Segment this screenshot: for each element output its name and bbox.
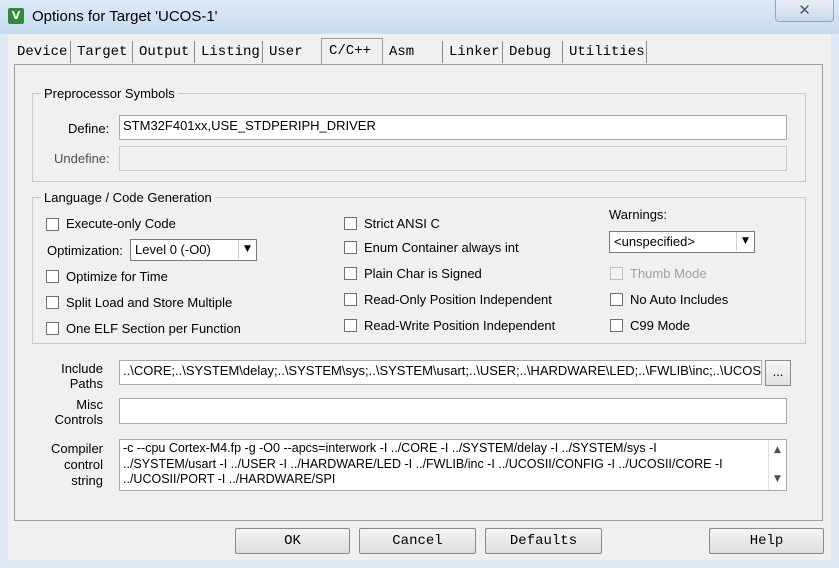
ro-position-label: Read-Only Position Independent: [364, 292, 552, 307]
one-elf-checkbox[interactable]: [46, 322, 59, 335]
compiler-label-line3: string: [71, 473, 103, 488]
chevron-down-icon: ▼: [736, 232, 754, 251]
tab-user[interactable]: User: [263, 41, 325, 63]
warnings-label: Warnings:: [609, 207, 668, 222]
enum-container-checkbox[interactable]: [344, 241, 357, 254]
scroll-up-icon[interactable]: ▲: [769, 443, 786, 459]
optimize-time-label: Optimize for Time: [66, 269, 168, 284]
keil-uvision-icon: V: [8, 8, 24, 24]
enum-container-label: Enum Container always int: [364, 240, 519, 255]
ok-button[interactable]: OK: [235, 528, 350, 554]
rw-position-checkbox[interactable]: [344, 319, 357, 332]
misc-controls-input[interactable]: [119, 398, 787, 424]
defaults-button[interactable]: Defaults: [485, 528, 602, 554]
language-legend: Language / Code Generation: [44, 190, 212, 205]
tab-output[interactable]: Output: [133, 41, 195, 63]
define-input[interactable]: STM32F401xx,USE_STDPERIPH_DRIVER: [119, 115, 787, 140]
include-browse-button[interactable]: ...: [765, 360, 791, 386]
c99-mode-checkbox[interactable]: [610, 319, 623, 332]
tab-linker[interactable]: Linker: [443, 41, 503, 63]
define-label: Define:: [68, 121, 110, 136]
cancel-button[interactable]: Cancel: [359, 528, 476, 554]
optimization-label: Optimization:: [47, 243, 123, 258]
compiler-control-text[interactable]: -c --cpu Cortex-M4.fp -g -O0 --apcs=inte…: [119, 439, 787, 491]
title-bar: V Options for Target 'UCOS-1' ✕: [0, 0, 839, 34]
rw-position-label: Read-Write Position Independent: [364, 318, 556, 333]
compiler-line-1: -c --cpu Cortex-M4.fp -g -O0 --apcs=inte…: [123, 441, 657, 455]
strict-ansi-checkbox[interactable]: [344, 217, 357, 230]
compiler-label-line1: Compiler: [50, 441, 103, 456]
tab-utilities[interactable]: Utilities: [563, 41, 647, 63]
warnings-value: <unspecified>: [614, 234, 695, 249]
tab-target[interactable]: Target: [71, 41, 133, 63]
misc-controls-label: Misc Controls: [40, 397, 103, 427]
tab-listing[interactable]: Listing: [195, 41, 263, 63]
tab-device[interactable]: Device: [11, 41, 71, 63]
strict-ansi-label: Strict ANSI C: [364, 216, 440, 231]
warnings-select[interactable]: <unspecified> ▼: [609, 231, 755, 253]
compiler-scrollbar[interactable]: ▲ ▼: [768, 440, 786, 490]
split-load-label: Split Load and Store Multiple: [66, 295, 233, 310]
no-auto-includes-label: No Auto Includes: [630, 292, 729, 307]
plain-char-checkbox[interactable]: [344, 267, 357, 280]
ro-position-checkbox[interactable]: [344, 293, 357, 306]
execute-only-checkbox[interactable]: [46, 218, 59, 231]
chevron-down-icon: ▼: [238, 240, 256, 259]
window-title: Options for Target 'UCOS-1': [32, 8, 218, 25]
scroll-down-icon[interactable]: ▼: [769, 472, 786, 488]
undefine-input[interactable]: [119, 146, 787, 171]
help-button[interactable]: Help: [709, 528, 824, 554]
thumb-mode-checkbox[interactable]: [610, 267, 623, 280]
undefine-label: Undefine:: [54, 151, 110, 166]
close-button[interactable]: ✕: [775, 0, 834, 22]
compiler-control-label: Compiler control string: [40, 441, 103, 489]
include-paths-input[interactable]: ..\CORE;..\SYSTEM\delay;..\SYSTEM\sys;..…: [119, 360, 762, 385]
include-label-line1: Include: [61, 361, 103, 376]
optimize-time-checkbox[interactable]: [46, 270, 59, 283]
preprocessor-legend: Preprocessor Symbols: [44, 86, 175, 101]
misc-label-line2: Controls: [54, 412, 103, 427]
tab-asm[interactable]: Asm: [383, 41, 443, 63]
split-load-checkbox[interactable]: [46, 296, 59, 309]
optimization-value: Level 0 (-O0): [135, 242, 211, 257]
execute-only-label: Execute-only Code: [66, 216, 176, 231]
misc-label-line1: Misc: [76, 397, 103, 412]
optimization-select[interactable]: Level 0 (-O0) ▼: [130, 239, 257, 261]
compiler-line-2: ../SYSTEM/usart -I ../USER -I ../HARDWAR…: [123, 456, 723, 471]
one-elf-label: One ELF Section per Function: [66, 321, 241, 336]
thumb-mode-label: Thumb Mode: [630, 266, 707, 281]
tab-debug[interactable]: Debug: [503, 41, 563, 63]
include-label-line2: Paths: [69, 376, 103, 391]
compiler-line-3: ../UCOSII/PORT -I ../HARDWARE/SPI: [123, 472, 336, 486]
plain-char-label: Plain Char is Signed: [364, 266, 482, 281]
compiler-label-line2: control: [63, 457, 103, 472]
c99-mode-label: C99 Mode: [630, 318, 690, 333]
no-auto-includes-checkbox[interactable]: [610, 293, 623, 306]
include-paths-label: Include Paths: [40, 361, 103, 391]
tab-c-cpp[interactable]: C/C++: [321, 38, 383, 65]
